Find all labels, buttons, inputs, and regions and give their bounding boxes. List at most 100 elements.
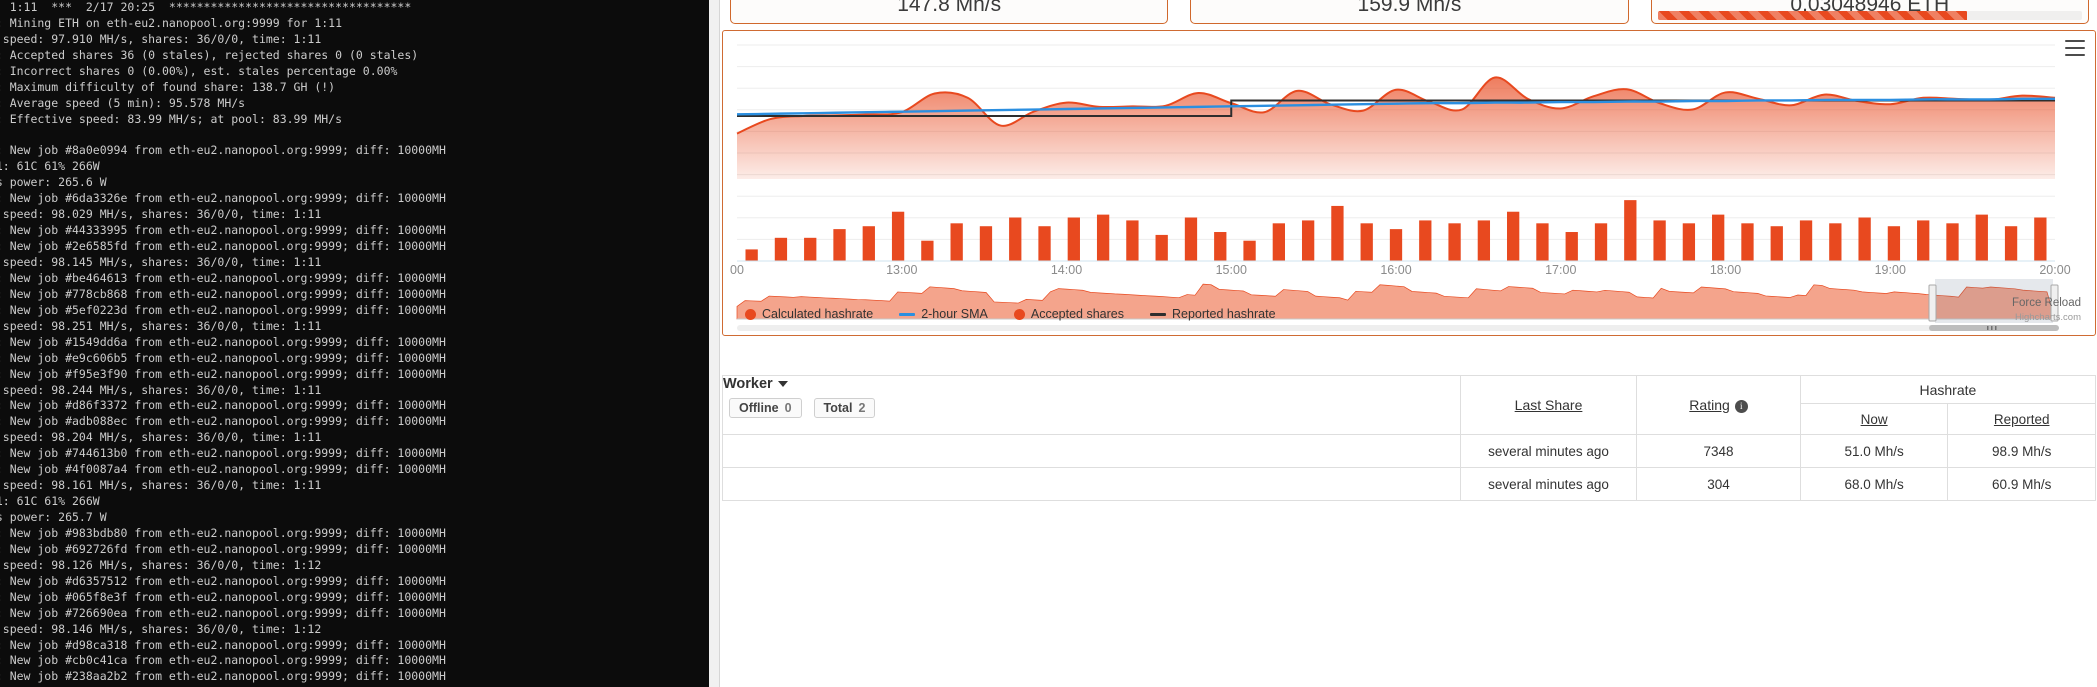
terminal-line: PU1: 61C 61% 266W: [0, 159, 100, 174]
terminal-line: th: New job #d86f3372 from eth-eu2.nanop…: [0, 398, 446, 413]
legend-item-sma[interactable]: 2-hour SMA: [899, 307, 988, 321]
rating-column-header[interactable]: Rating i: [1636, 375, 1801, 435]
hashrate-group-label: Hashrate: [1919, 381, 1977, 398]
hashrate-now-cell: 51.0 Mh/s: [1799, 434, 1949, 468]
legend-marker-line-icon: [1150, 312, 1166, 316]
terminal-line: th: New job #692726fd from eth-eu2.nanop…: [0, 541, 446, 556]
hashrate-now-label[interactable]: Now: [1861, 412, 1888, 427]
terminal-line: PUs power: 265.6 W: [0, 175, 107, 190]
hashrate-reported-header[interactable]: Reported: [1947, 403, 2096, 435]
terminal-line: th: Effective speed: 83.99 MH/s; at pool…: [0, 111, 343, 126]
rating-header-label[interactable]: Rating: [1689, 397, 1729, 413]
stat-card-current-hashrate: 147.8 Mh/s: [730, 0, 1169, 24]
mining-terminal[interactable]: ** 1:11 *** 2/17 20:25 *****************…: [0, 0, 709, 687]
terminal-line: th: New job #5ef0223d from eth-eu2.nanop…: [0, 302, 446, 317]
rating-cell: 304: [1636, 467, 1801, 501]
last-share-cell: several minutes ago: [1459, 434, 1638, 468]
terminal-line: th: New job #adb088ec from eth-eu2.nanop…: [0, 414, 446, 429]
worker-column-header[interactable]: Worker Offline 0 Total 2: [722, 375, 1461, 435]
stat-card-value: 159.9 Mh/s: [1357, 0, 1462, 16]
terminal-line: th speed: 98.251 MH/s, shares: 36/0/0, t…: [0, 318, 322, 333]
last-share-cell: several minutes ago: [1459, 467, 1638, 501]
hashrate-now-cell: 68.0 Mh/s: [1799, 467, 1949, 501]
terminal-line: th: Mining ETH on eth-eu2.nanopool.org:9…: [0, 15, 343, 30]
terminal-line: th: New job #2e6585fd from eth-eu2.nanop…: [0, 239, 446, 254]
filter-pill-offline[interactable]: Offline 0: [729, 397, 802, 418]
svg-text:00: 00: [730, 263, 744, 277]
workers-table: Worker Offline 0 Total 2 Last Share Rati…: [722, 375, 2097, 501]
filter-pill-label: Offline: [739, 400, 779, 415]
chevron-down-icon: [777, 381, 788, 387]
terminal-line: th: New job #44333995 from eth-eu2.nanop…: [0, 223, 446, 238]
legend-label: 2-hour SMA: [921, 307, 988, 321]
terminal-line: th: Maximum difficulty of found share: 1…: [0, 79, 336, 94]
terminal-line: th: Incorrect shares 0 (0.00%), est. sta…: [0, 63, 398, 78]
terminal-line: th: New job #983bdb80 from eth-eu2.nanop…: [0, 525, 446, 540]
table-row[interactable]: several minutes ago 7348 51.0 Mh/s 98.9 …: [722, 434, 2096, 468]
worker-sort-control[interactable]: Worker: [723, 376, 788, 392]
last-share-column-header[interactable]: Last Share: [1459, 375, 1638, 435]
svg-text:17:00: 17:00: [1545, 263, 1576, 277]
terminal-line: th: New job #be464613 from eth-eu2.nanop…: [0, 270, 446, 285]
workers-table-body: several minutes ago 7348 51.0 Mh/s 98.9 …: [722, 434, 2096, 501]
worker-name-cell: [722, 434, 1461, 468]
svg-text:19:00: 19:00: [1875, 263, 1906, 277]
terminal-line: th: New job #778cb868 from eth-eu2.nanop…: [0, 286, 446, 301]
hashrate-chart-svg[interactable]: 00 13:00 14:00 15:00 16:00 17:00 18:00 19:00 20:…: [723, 31, 2096, 336]
legend-item-accepted-shares[interactable]: Accepted shares: [1013, 307, 1124, 321]
table-row[interactable]: several minutes ago 304 68.0 Mh/s 60.9 M…: [722, 467, 2096, 501]
terminal-line: th: New job #e9c606b5 from eth-eu2.nanop…: [0, 350, 446, 365]
filter-pill-count: 2: [858, 400, 866, 415]
stat-card-unconfirmed-balance: 0.03048946 ETH: [1650, 0, 2089, 24]
hashrate-reported-label[interactable]: Reported: [1994, 412, 2050, 427]
workers-table-header-row-1: Worker Offline 0 Total 2 Last Share Rati…: [722, 375, 2097, 435]
terminal-line: th: New job #4f0087a4 from eth-eu2.nanop…: [0, 462, 446, 477]
stat-card-value: 147.8 Mh/s: [897, 0, 1002, 16]
terminal-line: th: New job #d6357512 from eth-eu2.nanop…: [0, 573, 446, 588]
hashrate-group-header: Hashrate: [1799, 375, 2097, 404]
legend-label: Calculated hashrate: [762, 307, 874, 321]
payout-progress-track: [1657, 11, 2082, 20]
terminal-line: th: New job #cb0c41ca from eth-eu2.nanop…: [0, 653, 446, 668]
terminal-line: ** 1:11 *** 2/17 20:25 *****************…: [0, 0, 412, 14]
terminal-line: th: New job #d98ca318 from eth-eu2.nanop…: [0, 637, 446, 652]
filter-pill-total[interactable]: Total 2: [813, 397, 876, 418]
svg-text:14:00: 14:00: [1051, 263, 1082, 277]
terminal-line: th: New job #065f8e3f from eth-eu2.nanop…: [0, 589, 446, 604]
svg-text:13:00: 13:00: [886, 263, 917, 277]
terminal-line: th speed: 98.161 MH/s, shares: 36/0/0, t…: [0, 478, 322, 493]
hashrate-chart-panel: 00 13:00 14:00 15:00 16:00 17:00 18:00 19:00 20:…: [722, 30, 2096, 336]
terminal-line: th speed: 97.910 MH/s, shares: 36/0/0, t…: [0, 31, 322, 46]
legend-marker-dot-icon: [745, 308, 756, 320]
terminal-line: th: New job #6da3326e from eth-eu2.nanop…: [0, 191, 446, 206]
highcharts-credit[interactable]: Highcharts.com: [2015, 312, 2081, 323]
filter-pill-label: Total: [823, 400, 853, 415]
terminal-line: th speed: 98.204 MH/s, shares: 36/0/0, t…: [0, 430, 322, 445]
legend-item-calculated-hashrate[interactable]: Calculated hashrate: [745, 307, 873, 321]
info-icon[interactable]: i: [1734, 399, 1748, 413]
hashrate-now-header[interactable]: Now: [1799, 403, 1949, 435]
worker-name-cell: [722, 467, 1461, 501]
terminal-line: th speed: 98.145 MH/s, shares: 36/0/0, t…: [0, 255, 322, 269]
filter-pill-count: 0: [784, 400, 792, 415]
legend-item-reported-hashrate[interactable]: Reported hashrate: [1150, 307, 1276, 321]
svg-text:15:00: 15:00: [1216, 263, 1247, 277]
terminal-line: th speed: 98.126 MH/s, shares: 36/0/0, t…: [0, 557, 322, 572]
last-share-header-label[interactable]: Last Share: [1515, 397, 1583, 413]
legend-label: Reported hashrate: [1172, 307, 1276, 321]
browser-left-edge: [709, 0, 720, 687]
terminal-line: PUs power: 265.7 W: [0, 510, 107, 524]
workers-table-zone: Worker Offline 0 Total 2 Last Share Rati…: [722, 375, 2097, 687]
legend-label: Accepted shares: [1030, 307, 1124, 321]
stat-cards-row: 147.8 Mh/s 159.9 Mh/s 0.03048946 ETH: [722, 0, 2097, 24]
force-reload-link[interactable]: Force Reload: [2012, 297, 2081, 309]
svg-text:20:00: 20:00: [2039, 263, 2070, 277]
terminal-line: th: New job #f95e3f90 from eth-eu2.nanop…: [0, 366, 446, 381]
terminal-line: th speed: 98.244 MH/s, shares: 36/0/0, t…: [0, 382, 322, 397]
browser-content-pane: 147.8 Mh/s 159.9 Mh/s 0.03048946 ETH 00 1…: [709, 0, 2097, 687]
hashrate-reported-cell: 98.9 Mh/s: [1947, 434, 2096, 468]
terminal-line: th: Average speed (5 min): 95.578 MH/s: [0, 95, 246, 110]
terminal-line: th speed: 98.029 MH/s, shares: 36/0/0, t…: [0, 207, 322, 222]
terminal-line: th: New job #238aa2b2 from eth-eu2.nanop…: [0, 669, 446, 684]
rating-cell: 7348: [1636, 434, 1801, 468]
